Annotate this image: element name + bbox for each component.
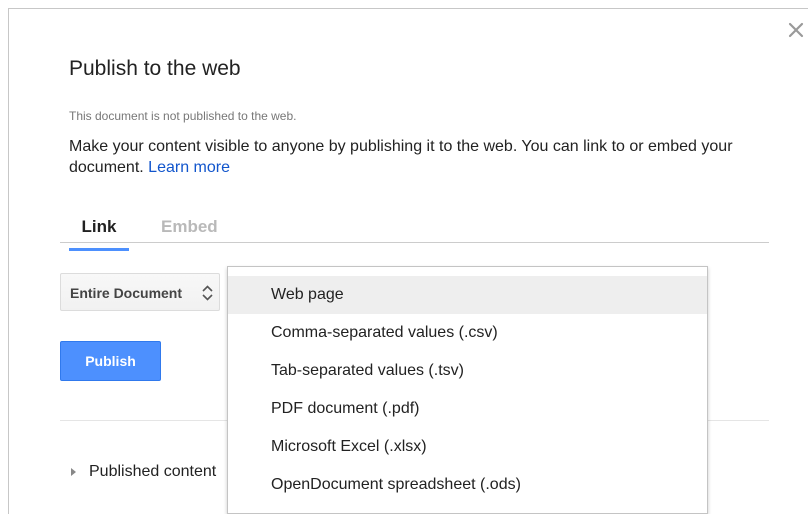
scope-select-value: Entire Document <box>70 285 183 301</box>
tab-bar: Link Embed <box>69 217 779 251</box>
menu-item-pdf[interactable]: PDF document (.pdf) <box>228 390 707 428</box>
screen: Publish to the web This document is not … <box>0 0 809 514</box>
expand-triangle-icon <box>71 468 76 476</box>
dialog-title: Publish to the web <box>69 57 241 80</box>
menu-item-tsv[interactable]: Tab-separated values (.tsv) <box>228 352 707 390</box>
updown-arrows-icon <box>202 285 213 301</box>
menu-item-xlsx[interactable]: Microsoft Excel (.xlsx) <box>228 428 707 466</box>
published-content-label: Published content <box>89 463 217 480</box>
dialog-description: Make your content visible to anyone by p… <box>69 136 769 178</box>
publish-button[interactable]: Publish <box>60 341 161 381</box>
close-icon[interactable] <box>786 20 806 40</box>
menu-item-web-page[interactable]: Web page <box>228 276 707 314</box>
tab-divider <box>60 242 769 243</box>
tab-link[interactable]: Link <box>69 217 129 251</box>
learn-more-link[interactable]: Learn more <box>148 159 230 176</box>
format-dropdown-menu: Web page Comma-separated values (.csv) T… <box>227 266 708 514</box>
scope-select[interactable]: Entire Document <box>60 273 220 311</box>
menu-item-csv[interactable]: Comma-separated values (.csv) <box>228 314 707 352</box>
publish-status: This document is not published to the we… <box>69 109 297 123</box>
tab-embed[interactable]: Embed <box>161 217 218 249</box>
menu-item-ods[interactable]: OpenDocument spreadsheet (.ods) <box>228 466 707 504</box>
